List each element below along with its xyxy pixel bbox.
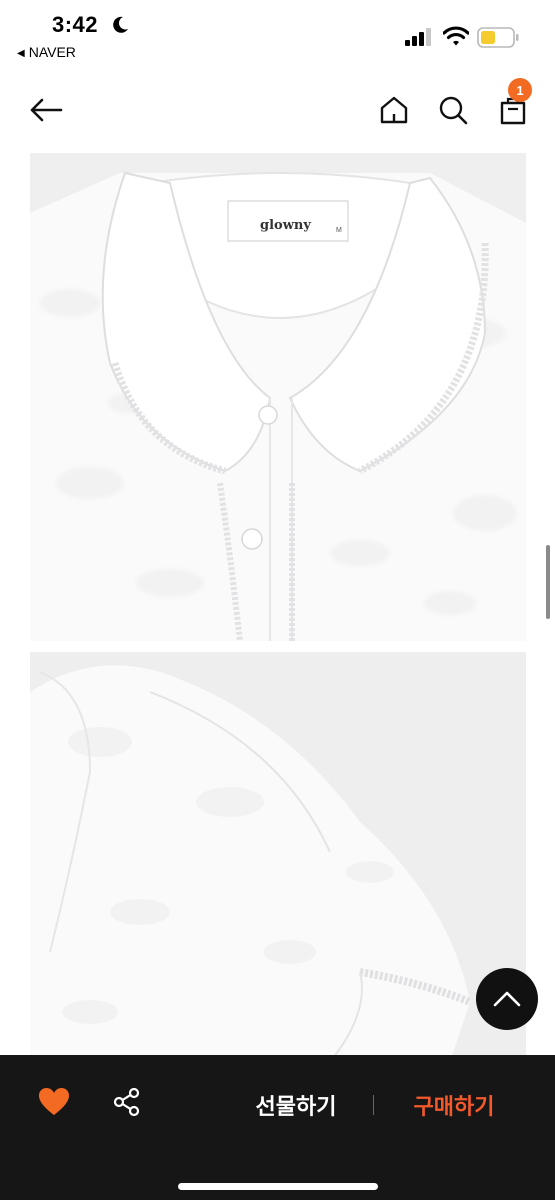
search-button[interactable] [433,90,473,130]
wifi-icon [443,26,469,46]
label-size-text: M [336,227,342,234]
scroll-to-top-button[interactable] [476,968,538,1030]
bottom-action-bar: 선물하기 구매하기 [0,1055,555,1200]
product-image-sleeve [30,652,526,1062]
shirt-collar-illustration: glowny M [30,153,526,641]
top-navigation [0,80,555,142]
share-button[interactable] [112,1087,144,1119]
label-brand-text: glowny [260,218,311,233]
home-icon [380,96,408,124]
product-image-collar: glowny M [30,153,526,641]
back-to-app-link[interactable]: ◀ NAVER [17,44,76,60]
home-indicator [178,1183,378,1190]
signal-icon [405,28,431,46]
home-button[interactable] [374,90,414,130]
buy-button[interactable]: 구매하기 [390,1089,518,1121]
back-triangle-icon: ◀ [17,48,25,59]
like-button[interactable] [38,1087,72,1119]
heart-icon [39,1088,69,1115]
back-button[interactable] [26,90,66,130]
back-app-label: NAVER [28,44,76,60]
status-bar: 3:42 ◀ NAVER [0,0,555,70]
cart-count-badge: 1 [508,78,532,102]
status-time: 3:42 [52,12,99,37]
chevron-up-icon [493,991,521,1007]
screen: 3:42 ◀ NAVER 1 glowny M 선물하기 구매하기 [0,0,555,1200]
divider [373,1095,374,1115]
search-icon [439,96,468,125]
shirt-sleeve-illustration [30,652,526,1062]
gift-button[interactable]: 선물하기 [232,1089,360,1121]
battery-icon [477,27,519,48]
share-icon [113,1087,140,1117]
back-arrow-icon [30,98,63,122]
moon-icon [113,16,128,33]
scrollbar[interactable] [546,545,550,619]
